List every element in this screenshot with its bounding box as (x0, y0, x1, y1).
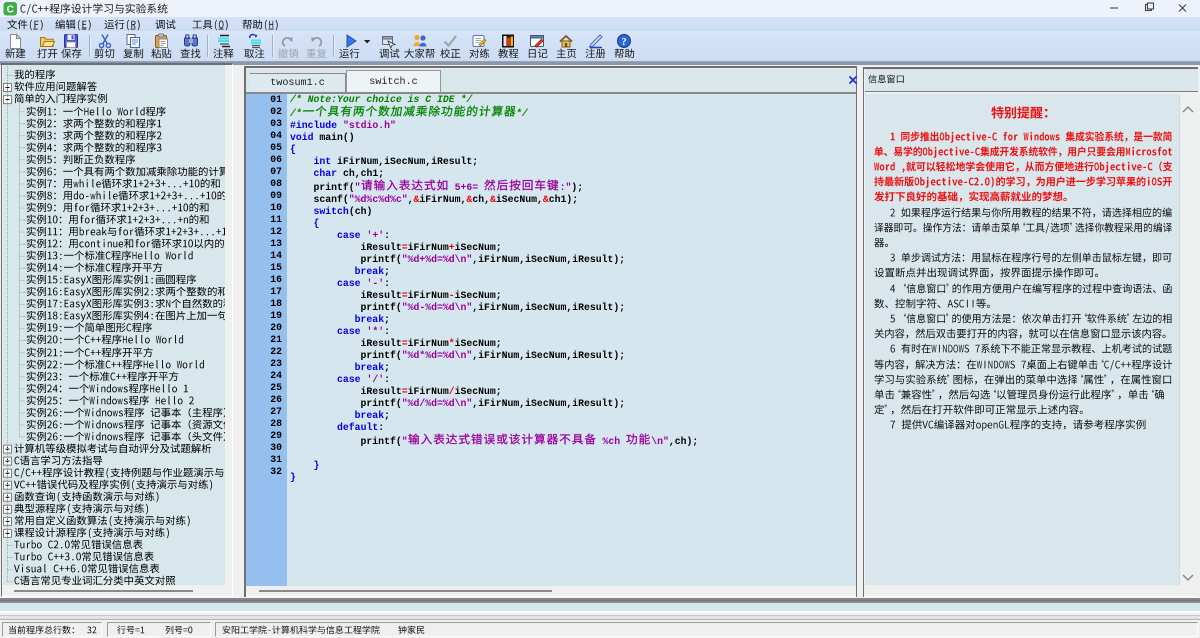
svg-text:?: ? (621, 37, 626, 48)
svg-text:C: C (7, 5, 14, 16)
